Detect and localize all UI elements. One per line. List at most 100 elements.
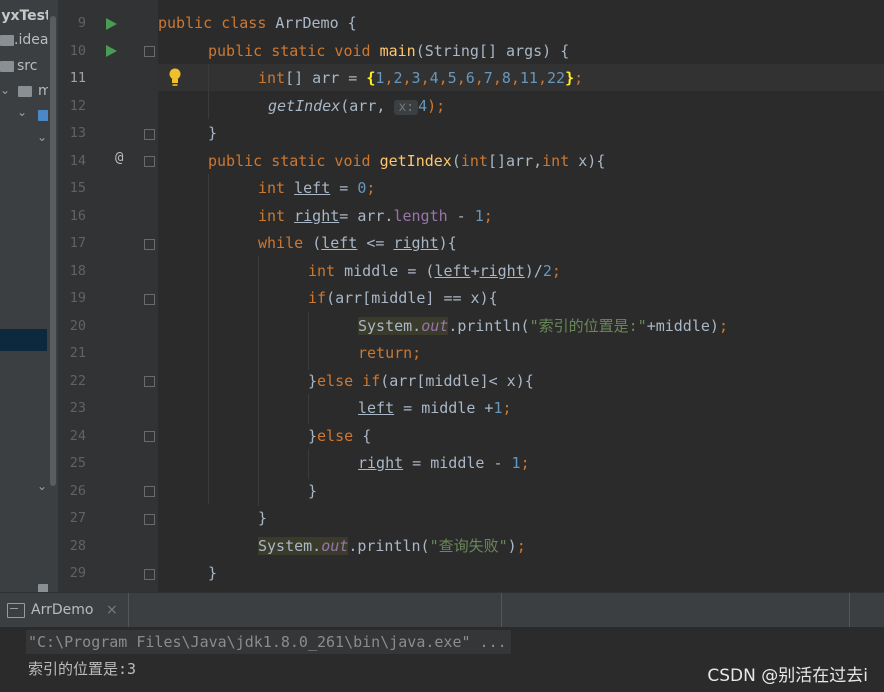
code-token: 7 bbox=[483, 69, 493, 87]
line-number: 22 bbox=[69, 372, 86, 389]
line-number: 27 bbox=[69, 510, 86, 526]
run-console[interactable]: "C:\Program Files\Java\jdk1.8.0_261\bin\… bbox=[0, 627, 884, 692]
fold-icon[interactable] bbox=[144, 239, 155, 250]
code-token: , bbox=[492, 69, 502, 87]
fold-icon[interactable] bbox=[144, 46, 155, 57]
code-token: ; bbox=[483, 206, 493, 225]
code-token: right bbox=[393, 234, 439, 252]
code-token: )/ bbox=[524, 261, 543, 280]
code-token: System. bbox=[358, 316, 422, 335]
folder-icon bbox=[18, 86, 32, 97]
chevron-down-icon[interactable]: ⌄ bbox=[37, 479, 47, 493]
code-token: .println( bbox=[448, 316, 530, 335]
code-line-26: } bbox=[308, 478, 317, 506]
close-icon[interactable]: × bbox=[106, 593, 118, 627]
code-token: ArrDemo { bbox=[275, 14, 357, 32]
code-token: (String[] args) { bbox=[415, 41, 570, 60]
code-line-15: int left = 0; bbox=[258, 175, 375, 203]
code-token: "索引的位置是:" bbox=[529, 316, 647, 335]
code-token: int bbox=[258, 206, 295, 225]
code-token: main bbox=[379, 41, 416, 60]
code-token: middle = ( bbox=[344, 261, 435, 280]
code-line-21: return; bbox=[358, 340, 421, 368]
code-token: 11 bbox=[519, 69, 538, 87]
code-token: ; bbox=[516, 536, 526, 555]
fold-icon[interactable] bbox=[144, 431, 155, 442]
code-line-16: int right= arr.length - 1; bbox=[258, 203, 493, 231]
code-token: 6 bbox=[465, 69, 475, 87]
code-token: ){ bbox=[438, 234, 457, 252]
fold-icon[interactable] bbox=[144, 156, 155, 167]
code-line-18: int middle = (left+right)/2; bbox=[308, 258, 561, 286]
code-line-28: System.out.println("查询失败"); bbox=[258, 533, 526, 561]
code-token: out bbox=[321, 536, 349, 555]
code-token: , bbox=[438, 69, 448, 87]
chevron-down-icon[interactable]: ⌄ bbox=[37, 130, 47, 144]
folder-icon bbox=[0, 35, 14, 46]
code-token: } bbox=[308, 426, 318, 445]
code-token: public class bbox=[158, 14, 276, 32]
fold-icon[interactable] bbox=[144, 376, 155, 387]
code-token: - bbox=[447, 206, 475, 225]
run-tab[interactable]: ArrDemo × bbox=[0, 593, 128, 627]
run-class-icon[interactable] bbox=[106, 18, 117, 30]
watermark: CSDN @别活在过去i bbox=[707, 666, 868, 686]
code-token: , bbox=[420, 69, 430, 87]
line-number: 25 bbox=[69, 455, 86, 471]
code-token: x){ bbox=[578, 151, 606, 170]
lightbulb-icon[interactable] bbox=[168, 66, 182, 90]
chevron-down-icon[interactable]: ⌄ bbox=[0, 83, 10, 97]
fold-icon[interactable] bbox=[144, 569, 155, 580]
code-token: left bbox=[321, 234, 358, 252]
code-line-19: if(arr[middle] == x){ bbox=[308, 285, 498, 313]
code-token: (arr[middle]< x){ bbox=[380, 371, 534, 390]
code-token: int bbox=[308, 261, 345, 280]
code-token: = arr. bbox=[339, 206, 394, 225]
run-main-icon[interactable] bbox=[106, 45, 117, 57]
code-token: left bbox=[434, 261, 471, 280]
code-token: int bbox=[258, 69, 286, 87]
code-token: } bbox=[565, 69, 575, 87]
tree-item-src[interactable]: src bbox=[17, 55, 37, 77]
code-token: } bbox=[208, 124, 218, 142]
project-panel: .yxTest .idea src ⌄ ma ⌄ ⌄ ⌄ bbox=[0, 0, 58, 592]
code-token: 8 bbox=[501, 69, 511, 87]
indent-guide bbox=[308, 449, 309, 479]
code-token: []arr, bbox=[487, 151, 543, 170]
implements-annotation-icon[interactable]: @ bbox=[115, 150, 123, 166]
code-line-14: public static void getIndex(int[]arr,int… bbox=[208, 148, 605, 176]
code-token: 1 bbox=[493, 399, 503, 417]
chevron-down-icon[interactable]: ⌄ bbox=[17, 105, 27, 119]
code-token: return; bbox=[358, 344, 422, 362]
code-token: (arr[middle] == x){ bbox=[326, 289, 498, 307]
fold-icon[interactable] bbox=[144, 294, 155, 305]
code-token: , bbox=[537, 69, 547, 87]
fold-icon[interactable] bbox=[144, 514, 155, 525]
code-line-12: getIndex(arr, x: 4); bbox=[268, 93, 445, 121]
code-token: right bbox=[358, 454, 404, 472]
project-root-label[interactable]: .yxTest bbox=[0, 5, 52, 27]
code-token: int bbox=[460, 151, 488, 170]
code-token: 1 bbox=[474, 206, 484, 225]
code-token: ; bbox=[574, 69, 584, 87]
selected-tree-row[interactable] bbox=[0, 329, 47, 351]
fold-icon[interactable] bbox=[144, 129, 155, 140]
indent-guide bbox=[308, 394, 309, 424]
code-token: 22 bbox=[547, 69, 566, 87]
code-token: [] arr = bbox=[285, 69, 367, 87]
tree-item-idea[interactable]: .idea bbox=[14, 29, 48, 51]
code-token: "查询失败" bbox=[429, 536, 508, 555]
line-number: 11 bbox=[69, 70, 86, 86]
code-line-25: right = middle - 1; bbox=[358, 450, 530, 478]
code-token: ; bbox=[502, 399, 512, 417]
code-token: , bbox=[456, 69, 466, 87]
code-token: ; bbox=[366, 179, 376, 197]
line-number: 26 bbox=[69, 482, 86, 499]
code-line-24: }else { bbox=[308, 423, 371, 451]
line-number: 20 bbox=[69, 317, 86, 334]
fold-icon[interactable] bbox=[144, 486, 155, 497]
project-scrollbar-thumb[interactable] bbox=[50, 16, 56, 486]
code-token: 1 bbox=[511, 454, 521, 472]
folder-icon bbox=[0, 61, 14, 72]
line-number: 12 bbox=[69, 97, 86, 114]
